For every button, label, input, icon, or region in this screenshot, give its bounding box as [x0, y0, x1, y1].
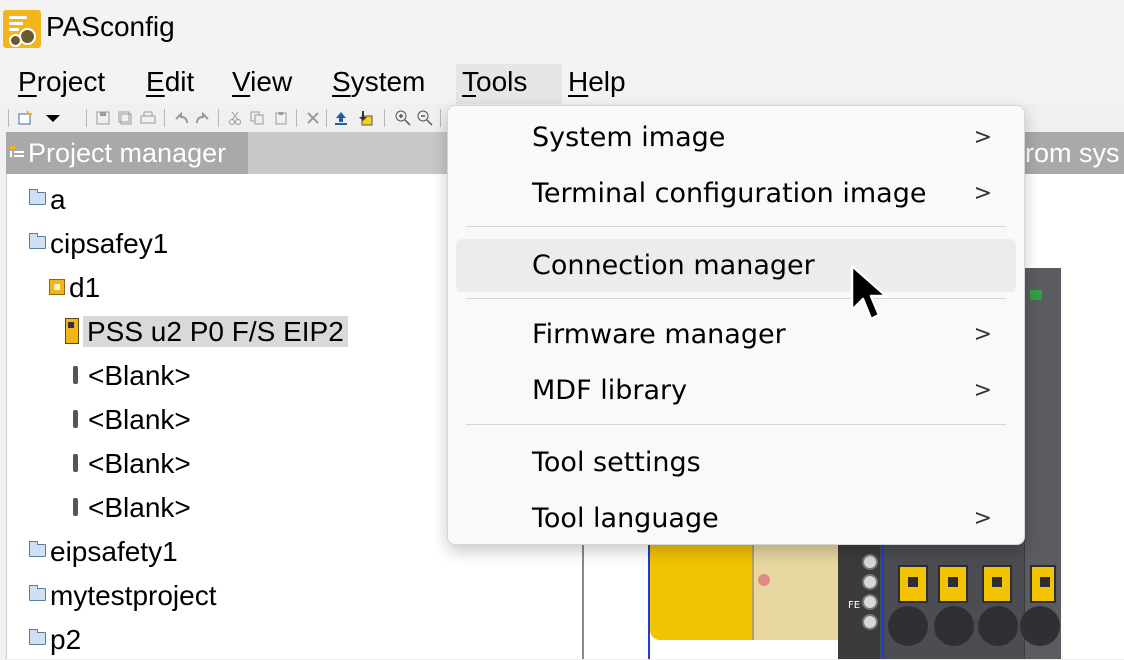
blank-slot-icon	[73, 409, 78, 428]
zoom-in-icon[interactable]	[394, 109, 412, 127]
tree-item-mytestproject[interactable]: mytestproject	[29, 576, 217, 616]
paste-icon[interactable]	[272, 109, 290, 127]
folder-icon	[29, 189, 46, 206]
chevron-right-icon: >	[973, 322, 992, 347]
menu-project[interactable]: Project	[12, 64, 111, 104]
tree-item-p2[interactable]: p2	[29, 620, 81, 660]
terminal-slot	[982, 565, 1012, 603]
status-led-icon	[1030, 290, 1042, 300]
download-icon[interactable]	[356, 109, 374, 127]
tree-item-eipsafety1[interactable]: eipsafety1	[29, 532, 178, 572]
menu-view[interactable]: View	[226, 64, 298, 104]
menu-item-system-image[interactable]: System image >	[456, 113, 1016, 163]
terminal-slot	[898, 565, 928, 603]
tree-item-a[interactable]: a	[29, 180, 66, 220]
new-project-icon[interactable]	[16, 109, 34, 127]
tree-item-cipsafey1[interactable]: cipsafey1	[29, 224, 168, 264]
selection-outline	[648, 540, 884, 659]
redo-icon[interactable]	[194, 109, 212, 127]
folder-icon	[29, 629, 46, 646]
menu-item-tool-settings[interactable]: Tool settings	[456, 438, 1016, 488]
project-manager-header: Project manager	[6, 132, 448, 174]
device-icon	[49, 278, 65, 295]
menu-system[interactable]: System	[326, 64, 431, 104]
menu-item-terminal-configuration-image[interactable]: Terminal configuration image >	[456, 169, 1016, 219]
cut-icon[interactable]	[226, 109, 244, 127]
dropdown-arrow-icon[interactable]	[44, 109, 62, 127]
tree-item-pss-module[interactable]: PSS u2 P0 F/S EIP2	[65, 312, 348, 352]
blank-slot-icon	[73, 497, 78, 516]
pasconfig-app-icon	[3, 10, 41, 48]
menu-edit[interactable]: Edit	[140, 64, 200, 104]
menu-separator	[466, 226, 1006, 227]
tree-item-d1[interactable]: d1	[49, 268, 100, 308]
copy-icon[interactable]	[248, 109, 266, 127]
terminal-slot	[938, 565, 968, 603]
blank-slot-icon	[73, 365, 78, 384]
connector-port	[978, 606, 1018, 646]
upload-icon[interactable]	[332, 109, 350, 127]
tools-menu: System image > Terminal configuration ima…	[447, 105, 1025, 545]
undo-icon[interactable]	[172, 109, 190, 127]
tree-item-blank-1[interactable]: <Blank>	[69, 356, 191, 396]
menu-separator	[466, 298, 1006, 299]
terminal-slot	[1030, 565, 1056, 603]
blank-slot-icon	[73, 453, 78, 472]
connector-port	[888, 606, 928, 646]
chevron-right-icon: >	[973, 125, 992, 150]
save-all-icon[interactable]	[116, 109, 134, 127]
menu-item-mdf-library[interactable]: MDF library >	[456, 366, 1016, 416]
save-icon[interactable]	[94, 109, 112, 127]
title-bar: PASconfig	[0, 0, 1124, 56]
folder-icon	[29, 233, 46, 250]
menu-item-tool-language[interactable]: Tool language >	[456, 494, 1016, 544]
pss-module-icon	[65, 317, 79, 344]
print-icon[interactable]	[139, 109, 157, 127]
connector-port	[1020, 606, 1060, 646]
system-view-title: rom sys	[1025, 138, 1120, 168]
menu-tools[interactable]: Tools	[456, 64, 562, 104]
folder-icon	[29, 541, 46, 558]
menu-separator	[466, 424, 1006, 425]
folder-icon	[29, 585, 46, 602]
connector-port	[934, 606, 974, 646]
zoom-out-icon[interactable]	[416, 109, 434, 127]
tree-item-blank-4[interactable]: <Blank>	[69, 488, 191, 528]
chevron-right-icon: >	[973, 506, 992, 531]
project-manager-icon	[10, 146, 24, 157]
delete-icon[interactable]	[304, 109, 322, 127]
tree-item-blank-3[interactable]: <Blank>	[69, 444, 191, 484]
menu-item-firmware-manager[interactable]: Firmware manager >	[456, 310, 1016, 360]
mouse-cursor-icon	[850, 264, 888, 321]
chevron-right-icon: >	[973, 378, 992, 403]
chevron-right-icon: >	[973, 181, 992, 206]
window-title: PASconfig	[46, 11, 175, 42]
menu-help[interactable]: Help	[562, 64, 632, 104]
tree-item-blank-2[interactable]: <Blank>	[69, 400, 191, 440]
project-manager-title: Project manager	[28, 138, 227, 168]
project-manager-tab[interactable]: Project manager	[6, 132, 248, 174]
menu-bar: Project Edit View System Tools Help	[0, 56, 1124, 104]
menu-item-connection-manager[interactable]: Connection manager	[456, 239, 1016, 292]
